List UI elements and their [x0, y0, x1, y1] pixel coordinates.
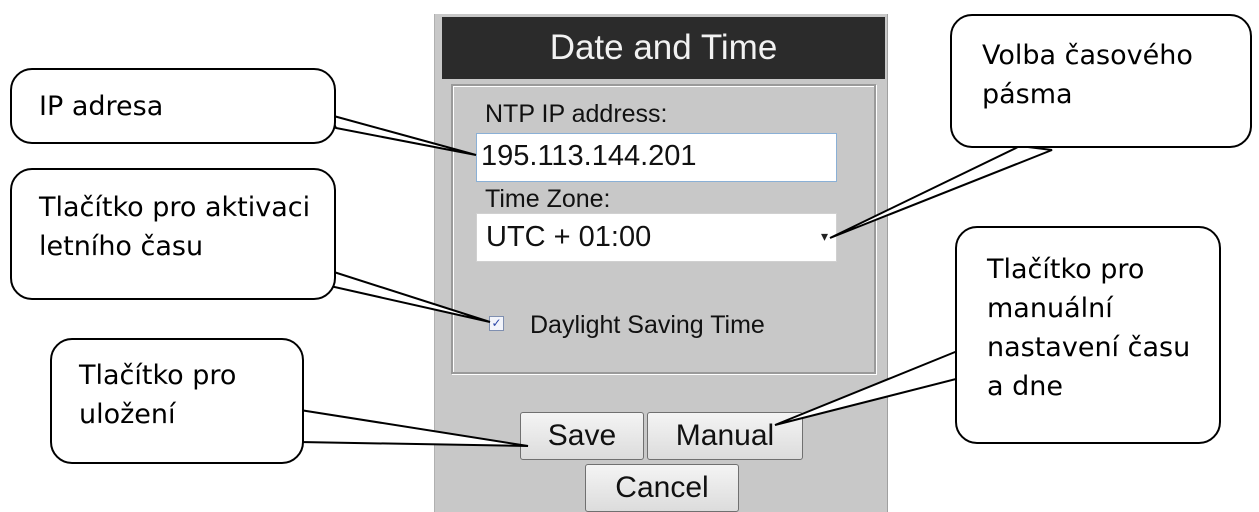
dst-button-callout: Tlačítko pro aktivaci letního času [10, 168, 336, 300]
manual-button-callout: Tlačítko pro manuální nastavení času a d… [955, 226, 1221, 444]
callout-text-line: Tlačítko pro aktivaci [39, 192, 311, 223]
manual-leader [774, 348, 961, 426]
callout-text-line: Tlačítko pro [79, 360, 237, 391]
callout-text-line: letního času [39, 231, 204, 263]
ip-address-callout: IP adresa [10, 68, 336, 144]
save-button-callout: Tlačítko pro uložení [50, 338, 304, 464]
callout-text-line: pásma [982, 79, 1073, 111]
callout-text-line: manuální [987, 293, 1113, 325]
time-zone-callout: Volba časového pásma [950, 14, 1252, 148]
tz-leader [829, 144, 1053, 239]
save-leader [299, 408, 529, 447]
callout-text-line: nastavení času [987, 332, 1191, 364]
callout-text-line: uložení [79, 399, 176, 431]
callout-text-line: Volba časového [982, 40, 1193, 71]
ip-leader [328, 113, 477, 156]
callout-text-line: a dne [987, 371, 1063, 403]
callout-text: IP adresa [39, 91, 164, 122]
dst-leader [308, 262, 491, 323]
callout-text-line: Tlačítko pro [987, 254, 1145, 285]
